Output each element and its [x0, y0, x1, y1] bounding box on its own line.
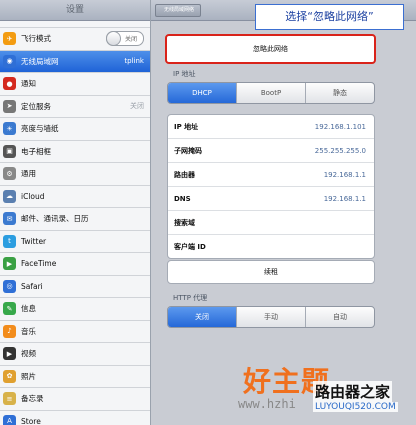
messages-icon: ✎: [3, 302, 16, 316]
picture-frame-icon: ▣: [3, 144, 16, 158]
gear-icon: ⚙: [3, 167, 16, 181]
row-key: DNS: [174, 194, 191, 203]
row-key: 客户端 ID: [174, 242, 206, 251]
ip-details-group: IP 地址 192.168.1.101 子网掩码 255.255.255.0 路由器…: [167, 114, 375, 259]
sidebar-item[interactable]: ◎ Safari: [0, 276, 150, 298]
table-row: IP 地址 192.168.1.101: [168, 115, 374, 139]
segment-off[interactable]: 关闭: [168, 307, 237, 327]
renew-lease-button[interactable]: 续租: [167, 260, 375, 284]
sidebar-item-label: 音乐: [21, 326, 36, 336]
row-value: 192.168.1.101: [314, 122, 366, 131]
sidebar-item-label: 照片: [21, 371, 36, 381]
client-id-row[interactable]: 客户端 ID: [168, 235, 374, 258]
sidebar-item-label: 飞行模式: [21, 34, 51, 44]
sidebar-item[interactable]: ▶ FaceTime: [0, 253, 150, 276]
facetime-icon: ▶: [3, 257, 16, 271]
sidebar-item-label: FaceTime: [21, 259, 57, 269]
sidebar-item-label: Safari: [21, 281, 43, 291]
forget-network-button[interactable]: 忽略此网络: [165, 34, 376, 64]
settings-sidebar: 设置 ✈ 飞行模式 关闭 ◉ 无线局域网 tplink ● 通知 ➤ 定位服务 关闭 ☀ 亮度与墙纸 ▣ 电…: [0, 0, 151, 425]
sidebar-item[interactable]: ✎ 信息: [0, 298, 150, 321]
segment-manual[interactable]: 手动: [237, 307, 306, 327]
sidebar-item[interactable]: ✈ 飞行模式 关闭: [0, 28, 150, 51]
sidebar-item-label: 亮度与墙纸: [21, 124, 59, 134]
music-icon: ♪: [3, 324, 16, 338]
row-key: 子网掩码: [174, 146, 202, 155]
sidebar-item-label: 通知: [21, 79, 36, 89]
instruction-callout: 选择“忽略此网络”: [255, 4, 404, 30]
segment-static[interactable]: 静态: [306, 83, 374, 103]
row-value: 192.168.1.1: [323, 170, 366, 179]
brightness-icon: ☀: [3, 122, 16, 136]
sidebar-item[interactable]: ⚙ 通用: [0, 163, 150, 186]
sidebar-item[interactable]: ≡ 备忘录: [0, 388, 150, 411]
mail-icon: ✉: [3, 212, 16, 226]
sidebar-item-label: 信息: [21, 304, 36, 314]
row-key: 路由器: [174, 170, 195, 179]
toggle-knob: [106, 31, 121, 47]
notification-icon: ●: [3, 77, 16, 91]
row-value: 255.255.255.0: [314, 146, 366, 155]
sidebar-item[interactable]: A Store: [0, 411, 150, 425]
airplane-mode-toggle[interactable]: 关闭: [106, 31, 144, 47]
proxy-section-label: HTTP 代理: [173, 294, 208, 302]
safari-icon: ◎: [3, 279, 16, 293]
row-value: 192.168.1.1: [323, 194, 366, 203]
sidebar-item-label: 邮件、通讯录、日历: [21, 214, 89, 224]
cloud-icon: ☁: [3, 189, 16, 203]
video-icon: ▶: [3, 347, 16, 361]
sidebar-item-value: tplink: [124, 57, 144, 66]
segment-dhcp[interactable]: DHCP: [168, 83, 237, 103]
toggle-state-label: 关闭: [124, 36, 137, 44]
sidebar-item-value: 关闭: [130, 102, 144, 111]
sidebar-item[interactable]: ▣ 电子相框: [0, 141, 150, 163]
sidebar-item[interactable]: ☁ iCloud: [0, 186, 150, 208]
sidebar-item-label: 备忘录: [21, 394, 44, 404]
ip-section-label: IP 地址: [173, 70, 196, 78]
sidebar-item[interactable]: ● 通知: [0, 73, 150, 96]
ip-mode-segmented-control[interactable]: DHCP BootP 静态: [167, 82, 375, 104]
segment-auto[interactable]: 自动: [306, 307, 374, 327]
sidebar-item-label: 视频: [21, 349, 36, 359]
twitter-icon: t: [3, 234, 16, 248]
sidebar-item-label: 无线局域网: [21, 56, 59, 66]
sidebar-item-label: iCloud: [21, 191, 45, 201]
row-key: 搜索域: [174, 218, 195, 227]
sidebar-item[interactable]: ✿ 照片: [0, 366, 150, 388]
sidebar-item[interactable]: ▶ 视频: [0, 343, 150, 366]
sidebar-item-label: 电子相框: [21, 146, 51, 156]
photos-icon: ✿: [3, 369, 16, 383]
sidebar-title: 设置: [0, 0, 150, 21]
sidebar-item[interactable]: ➤ 定位服务 关闭: [0, 96, 150, 118]
watermark-url: www.hzhi: [238, 397, 296, 411]
sidebar-item-label: Twitter: [21, 236, 47, 246]
wifi-icon: ◉: [3, 54, 16, 68]
sidebar-item[interactable]: ◉ 无线局域网 tplink: [0, 50, 150, 73]
watermark-brand-url: LUYOUQI520.COM: [313, 402, 398, 412]
sidebar-item[interactable]: ✉ 邮件、通讯录、日历: [0, 208, 150, 231]
store-icon: A: [3, 414, 16, 425]
segment-bootp[interactable]: BootP: [237, 83, 306, 103]
proxy-segmented-control[interactable]: 关闭 手动 自动: [167, 306, 375, 328]
sidebar-separator: [0, 21, 150, 28]
sidebar-item-label: Store: [21, 416, 41, 425]
search-domain-row[interactable]: 搜索域: [168, 211, 374, 235]
row-key: IP 地址: [174, 122, 199, 131]
table-row: 子网掩码 255.255.255.0: [168, 139, 374, 163]
sidebar-item-label: 定位服务: [21, 101, 51, 111]
sidebar-item[interactable]: ♪ 音乐: [0, 321, 150, 343]
watermark-brand: 路由器之家: [313, 381, 393, 402]
location-icon: ➤: [3, 99, 16, 113]
airplane-icon: ✈: [3, 32, 16, 46]
sidebar-list: ✈ 飞行模式 关闭 ◉ 无线局域网 tplink ● 通知 ➤ 定位服务 关闭 ☀ 亮度与墙纸 ▣ 电子相框…: [0, 28, 150, 425]
sidebar-item-label: 通用: [21, 169, 36, 179]
notes-icon: ≡: [3, 392, 16, 406]
back-button[interactable]: 无线局域网络: [155, 4, 202, 17]
sidebar-item[interactable]: ☀ 亮度与墙纸: [0, 118, 150, 141]
table-row: 路由器 192.168.1.1: [168, 163, 374, 187]
table-row: DNS 192.168.1.1: [168, 187, 374, 211]
sidebar-item[interactable]: t Twitter: [0, 231, 150, 253]
